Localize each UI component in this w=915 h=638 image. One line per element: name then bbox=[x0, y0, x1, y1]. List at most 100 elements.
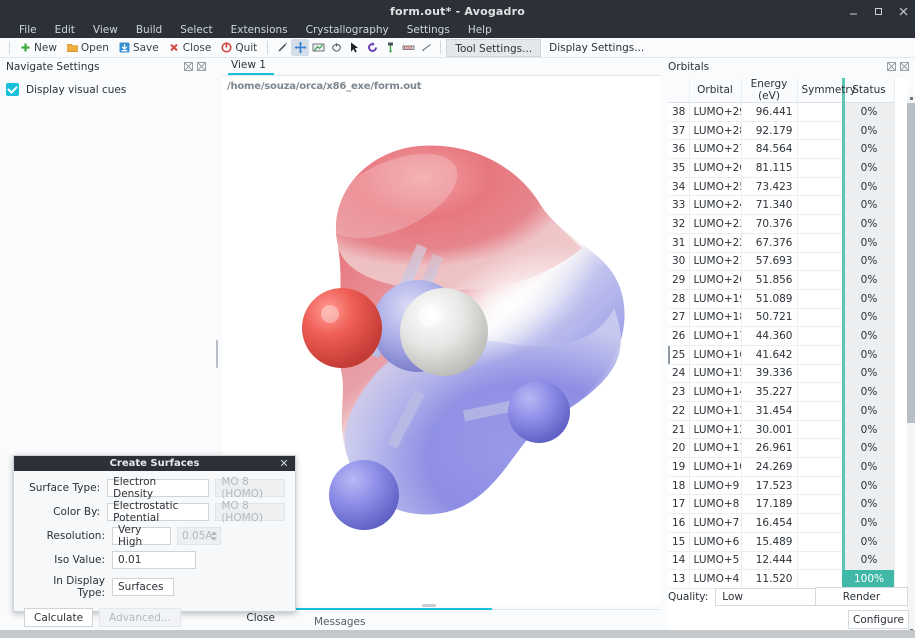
table-row[interactable]: 38LUMO+2996.4410% bbox=[668, 103, 894, 122]
surface-type-select[interactable]: Electron Density bbox=[107, 479, 209, 497]
row-orbital: LUMO+10 bbox=[689, 458, 741, 477]
table-row[interactable]: 27LUMO+1850.7210% bbox=[668, 308, 894, 327]
menu-extensions[interactable]: Extensions bbox=[222, 22, 297, 38]
table-row[interactable]: 28LUMO+1951.0890% bbox=[668, 289, 894, 308]
row-energy: 96.441 bbox=[741, 103, 797, 122]
draw-tool-icon[interactable] bbox=[273, 39, 291, 56]
measure-tool-icon[interactable] bbox=[309, 39, 327, 56]
dialog-close-button[interactable]: Close bbox=[236, 608, 285, 627]
row-orbital: LUMO+8 bbox=[689, 495, 741, 514]
row-energy: 30.001 bbox=[741, 420, 797, 439]
table-row[interactable]: 20LUMO+1126.9610% bbox=[668, 439, 894, 458]
open-button[interactable]: Open bbox=[62, 39, 114, 56]
float-orbitals-dock-icon[interactable] bbox=[887, 62, 896, 71]
configure-button[interactable]: Configure bbox=[848, 610, 909, 629]
menu-build[interactable]: Build bbox=[127, 22, 171, 38]
navigate-settings-body: Display visual cues bbox=[0, 75, 210, 104]
table-row[interactable]: 37LUMO+2892.1790% bbox=[668, 121, 894, 140]
configure-button-label: Configure bbox=[853, 614, 904, 626]
bond-centric-manipulate-tool-icon[interactable] bbox=[363, 39, 381, 56]
orbitals-table-wrap[interactable]: Orbital Energy (eV) Symmetry Status 38LU… bbox=[668, 78, 908, 634]
navigate-tool-icon[interactable] bbox=[291, 39, 309, 56]
tab-view-1[interactable]: View 1 bbox=[228, 59, 274, 75]
auto-rotate-tool-icon[interactable] bbox=[417, 39, 435, 56]
resolution-select[interactable]: Very High bbox=[112, 527, 171, 545]
table-row[interactable]: 19LUMO+1024.2690% bbox=[668, 458, 894, 477]
table-row[interactable]: 35LUMO+2681.1150% bbox=[668, 159, 894, 178]
messages-resize-grip[interactable] bbox=[422, 604, 436, 607]
display-settings-button[interactable]: Display Settings... bbox=[541, 39, 652, 57]
surface-type-row: Surface Type: Electron Density MO 8 (HOM… bbox=[24, 479, 285, 497]
close-icon[interactable] bbox=[898, 6, 909, 17]
iso-value-label: Iso Value: bbox=[24, 554, 112, 566]
table-row[interactable]: 14LUMO+512.4440% bbox=[668, 551, 894, 570]
display-visual-cues-checkbox[interactable] bbox=[6, 83, 19, 96]
float-dock-icon[interactable] bbox=[184, 62, 193, 71]
save-button[interactable]: Save bbox=[114, 39, 164, 56]
row-energy: 26.961 bbox=[741, 439, 797, 458]
scroll-up-icon[interactable] bbox=[910, 97, 913, 100]
row-status: 0% bbox=[843, 121, 894, 140]
orbitals-vertical-scrollbar[interactable] bbox=[907, 95, 915, 634]
menu-crystallography[interactable]: Crystallography bbox=[297, 22, 398, 38]
quit-button[interactable]: Quit bbox=[216, 39, 262, 56]
table-row[interactable]: 18LUMO+917.5230% bbox=[668, 476, 894, 495]
table-row[interactable]: 36LUMO+2784.5640% bbox=[668, 140, 894, 159]
menu-edit[interactable]: Edit bbox=[46, 22, 84, 38]
table-row[interactable]: 33LUMO+2471.3400% bbox=[668, 196, 894, 215]
menu-file[interactable]: File bbox=[10, 22, 46, 38]
menu-select[interactable]: Select bbox=[171, 22, 221, 38]
color-by-mo-select: MO 8 (HOMO) bbox=[215, 503, 285, 521]
row-energy: 39.336 bbox=[741, 364, 797, 383]
calculate-button[interactable]: Calculate bbox=[24, 608, 93, 627]
select-tool-icon[interactable] bbox=[345, 39, 363, 56]
table-row[interactable]: 15LUMO+615.4890% bbox=[668, 532, 894, 551]
menu-view[interactable]: View bbox=[84, 22, 127, 38]
color-by-select[interactable]: Electrostatic Potential bbox=[107, 503, 209, 521]
display-visual-cues-row[interactable]: Display visual cues bbox=[6, 83, 204, 96]
menu-help[interactable]: Help bbox=[459, 22, 501, 38]
minimize-icon[interactable] bbox=[848, 6, 859, 17]
col-symmetry[interactable]: Symmetry bbox=[797, 78, 843, 103]
table-row[interactable]: 23LUMO+1435.2270% bbox=[668, 383, 894, 402]
maximize-icon[interactable] bbox=[873, 6, 884, 17]
col-index[interactable] bbox=[668, 78, 689, 103]
row-status: 0% bbox=[843, 383, 894, 402]
splitter-grip[interactable] bbox=[216, 340, 218, 368]
table-row[interactable]: 17LUMO+817.1890% bbox=[668, 495, 894, 514]
close-orbitals-dock-icon[interactable] bbox=[900, 62, 909, 71]
align-tool-icon[interactable] bbox=[381, 39, 399, 56]
table-row[interactable]: 25LUMO+1641.6420% bbox=[668, 345, 894, 364]
auto-optimize-tool-icon[interactable] bbox=[399, 39, 417, 56]
table-row[interactable]: 32LUMO+2370.3760% bbox=[668, 215, 894, 234]
power-icon bbox=[221, 42, 232, 53]
row-energy: 73.423 bbox=[741, 177, 797, 196]
iso-value-input[interactable]: 0.01 bbox=[112, 551, 196, 569]
new-button[interactable]: New bbox=[15, 39, 62, 56]
manipulate-tool-icon[interactable] bbox=[327, 39, 345, 56]
table-row[interactable]: 29LUMO+2051.8560% bbox=[668, 271, 894, 290]
table-row[interactable]: 21LUMO+1230.0010% bbox=[668, 420, 894, 439]
row-symmetry bbox=[797, 121, 843, 140]
table-row[interactable]: 24LUMO+1539.3360% bbox=[668, 364, 894, 383]
close-dock-icon[interactable] bbox=[197, 62, 206, 71]
table-row[interactable]: 34LUMO+2573.4230% bbox=[668, 177, 894, 196]
table-row[interactable]: 30LUMO+2157.6930% bbox=[668, 252, 894, 271]
table-row[interactable]: 22LUMO+1331.4540% bbox=[668, 402, 894, 421]
col-energy[interactable]: Energy (eV) bbox=[741, 78, 797, 103]
table-row[interactable]: 16LUMO+716.4540% bbox=[668, 514, 894, 533]
render-button[interactable]: Render bbox=[815, 587, 908, 606]
window-titlebar: form.out* - Avogadro bbox=[0, 0, 915, 22]
row-index: 20 bbox=[668, 439, 689, 458]
orbitals-vscroll-thumb[interactable] bbox=[907, 103, 915, 423]
close-button[interactable]: Close bbox=[164, 39, 217, 56]
display-type-select[interactable]: Surfaces bbox=[112, 578, 174, 596]
tab-messages[interactable]: Messages bbox=[314, 616, 366, 628]
tool-settings-button[interactable]: Tool Settings... bbox=[446, 39, 541, 57]
dialog-close-icon[interactable]: ✕ bbox=[278, 457, 290, 469]
table-row[interactable]: 31LUMO+2267.3760% bbox=[668, 233, 894, 252]
row-status: 0% bbox=[843, 345, 894, 364]
table-row[interactable]: 26LUMO+1744.3600% bbox=[668, 327, 894, 346]
menu-settings[interactable]: Settings bbox=[398, 22, 459, 38]
col-orbital[interactable]: Orbital bbox=[689, 78, 741, 103]
